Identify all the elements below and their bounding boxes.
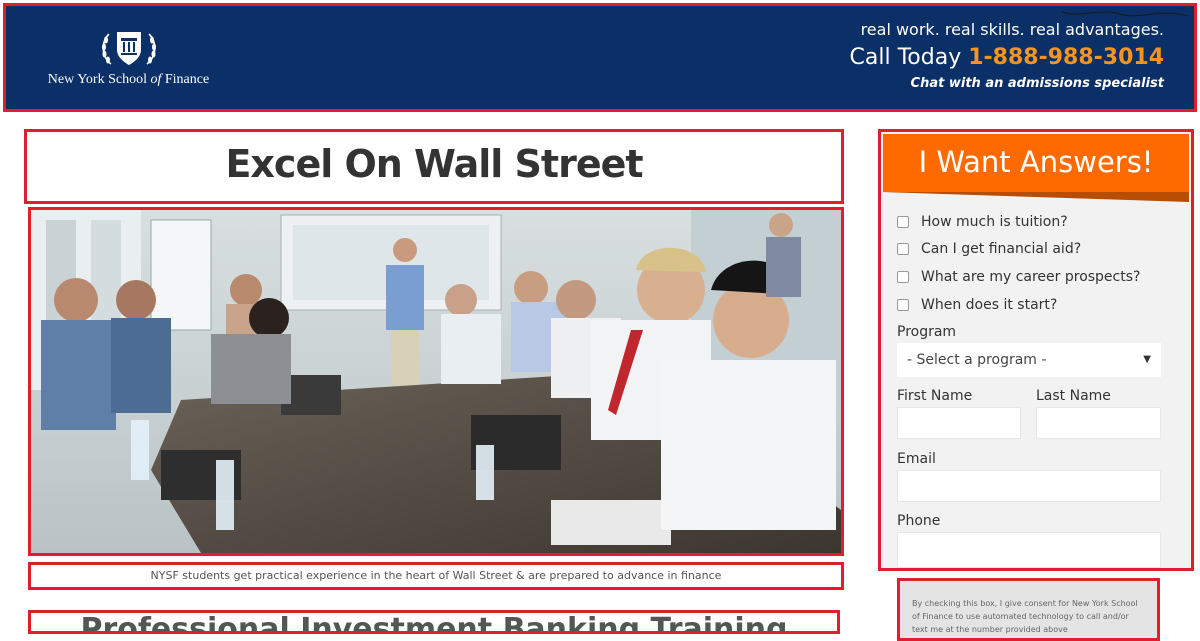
question-tuition[interactable]: How much is tuition? — [897, 214, 1068, 230]
tagline: real work. real skills. real advantages. — [860, 20, 1164, 39]
school-logo[interactable]: New York School of Finance — [46, 26, 211, 96]
classroom-photo — [31, 210, 841, 553]
hero-photo — [28, 207, 844, 556]
form-banner: I Want Answers! — [883, 134, 1189, 192]
first-name-label: First Name — [897, 388, 973, 404]
photo-caption-box: NYSF students get practical experience i… — [28, 562, 844, 590]
header-contact: real work. real skills. real advantages.… — [850, 20, 1164, 91]
first-name-input[interactable] — [897, 407, 1021, 439]
subheadline: Professional Investment Banking Training — [80, 612, 788, 634]
checkbox[interactable] — [897, 271, 909, 283]
logo-wordmark: New York School of Finance — [47, 72, 210, 87]
header-bar: New York School of Finance real work. re… — [3, 3, 1197, 112]
program-select[interactable]: - Select a program - ▼ — [897, 343, 1161, 377]
call-label: Call Today — [849, 45, 962, 70]
phone-label: Phone — [897, 513, 941, 529]
question-career-prospects[interactable]: What are my career prospects? — [897, 269, 1140, 285]
consent-section: By checking this box, I give consent for… — [897, 578, 1160, 641]
form-title: I Want Answers! — [918, 145, 1154, 179]
email-input[interactable] — [897, 470, 1161, 502]
crest-icon — [101, 32, 156, 65]
info-request-form: I Want Answers! How much is tuition? Can… — [878, 129, 1194, 571]
phone-input[interactable] — [897, 532, 1161, 568]
last-name-input[interactable] — [1036, 407, 1161, 439]
phone-number-link[interactable]: 1-888-988-3014 — [968, 45, 1164, 70]
headline-section: Excel On Wall Street — [24, 129, 844, 204]
question-label: Can I get financial aid? — [921, 241, 1082, 257]
question-financial-aid[interactable]: Can I get financial aid? — [897, 241, 1081, 257]
photo-caption: NYSF students get practical experience i… — [150, 569, 722, 582]
subheadline-section: Professional Investment Banking Training — [28, 610, 840, 634]
call-today: Call Today 1-888-988-3014 — [850, 45, 1164, 70]
question-start-date[interactable]: When does it start? — [897, 297, 1057, 313]
checkbox[interactable] — [897, 216, 909, 228]
question-label: How much is tuition? — [921, 214, 1068, 230]
site-header: New York School of Finance real work. re… — [0, 0, 1200, 115]
question-label: What are my career prospects? — [921, 269, 1141, 285]
chat-link[interactable]: Chat with an admissions specialist — [850, 76, 1164, 91]
checkbox[interactable] — [897, 299, 909, 311]
consent-text: By checking this box, I give consent for… — [912, 599, 1138, 634]
last-name-label: Last Name — [1036, 388, 1111, 404]
checkbox[interactable] — [897, 243, 909, 255]
banner-notch-decoration — [883, 192, 1189, 202]
program-selected-value: - Select a program - — [907, 352, 1047, 368]
page-title: Excel On Wall Street — [225, 142, 643, 186]
caret-down-icon: ▼ — [1143, 354, 1151, 365]
program-label: Program — [897, 324, 957, 340]
scribble-decoration — [1061, 11, 1189, 17]
question-label: When does it start? — [921, 297, 1058, 313]
email-label: Email — [897, 451, 936, 467]
